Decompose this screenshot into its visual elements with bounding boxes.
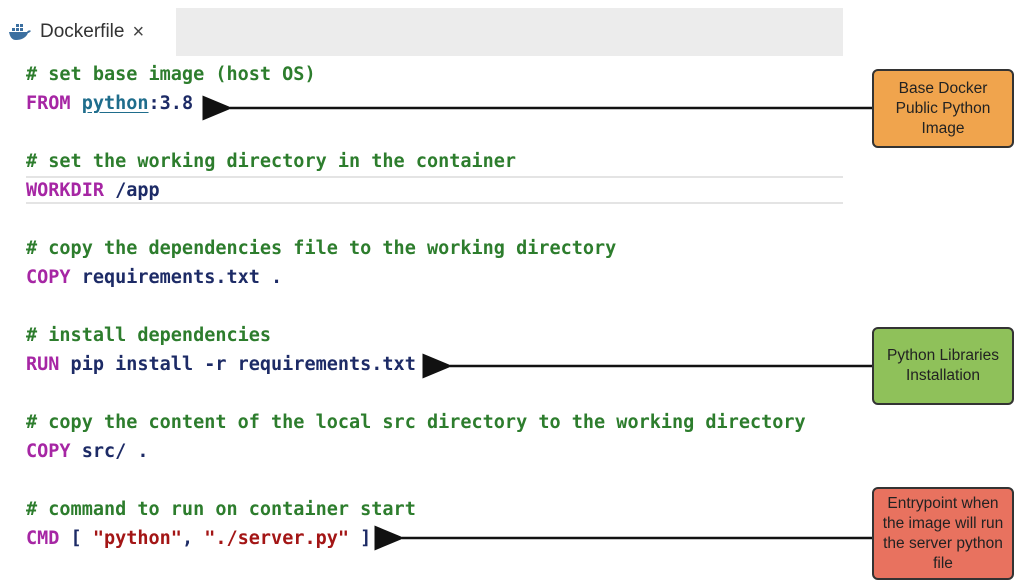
tab-dockerfile[interactable]: Dockerfile ×: [0, 8, 176, 56]
code-line-run: RUN pip install -r requirements.txt: [26, 352, 416, 378]
callout-base-image: Base Docker Public Python Image: [872, 69, 1014, 148]
cmd-bracket-close: ]: [349, 528, 372, 549]
keyword-cmd: CMD: [26, 528, 60, 549]
code-comment-install: # install dependencies: [26, 325, 272, 346]
cmd-comma: ,: [181, 528, 205, 549]
image-tag: :3.8: [148, 93, 194, 114]
workdir-path: /app: [103, 180, 160, 201]
callout-text: Base Docker: [898, 79, 988, 97]
callout-text: Public Python: [895, 99, 991, 117]
image-name-link[interactable]: python: [82, 93, 149, 114]
cmd-bracket-open: [: [59, 528, 93, 549]
cmd-string-python: "python": [92, 528, 182, 549]
callout-text: file: [933, 554, 953, 572]
code-line-workdir: WORKDIR /app: [26, 178, 160, 204]
code-comment-workdir: # set the working directory in the conta…: [26, 151, 517, 172]
callout-entrypoint: Entrypoint when the image will run the s…: [872, 487, 1014, 580]
cmd-string-server: "./server.py": [204, 528, 350, 549]
tab-label: Dockerfile: [40, 21, 125, 42]
code-comment-copy-src: # copy the content of the local src dire…: [26, 412, 806, 433]
callout-text: Image: [921, 119, 965, 137]
callout-text: Python Libraries: [886, 347, 999, 364]
keyword-copy: COPY: [26, 267, 71, 288]
docker-whale-icon: [8, 23, 32, 41]
code-line-from: FROM python:3.8: [26, 91, 193, 117]
code-line-copy-reqs: COPY requirements.txt .: [26, 265, 282, 291]
callout-text: Entrypoint when: [887, 494, 999, 512]
callout-text: Installation: [905, 367, 981, 384]
copy-args: requirements.txt .: [70, 267, 283, 288]
code-comment-cmd: # command to run on container start: [26, 499, 416, 520]
callout-text: the server python: [883, 534, 1003, 552]
keyword-copy: COPY: [26, 441, 71, 462]
code-line-copy-src: COPY src/ .: [26, 439, 149, 465]
keyword-workdir: WORKDIR: [26, 180, 104, 201]
close-icon[interactable]: ×: [132, 21, 144, 44]
tab-bar-empty-area: [176, 8, 843, 56]
keyword-run: RUN: [26, 354, 60, 375]
editor-tab-bar: Dockerfile ×: [0, 8, 843, 56]
callout-libraries: Python Libraries Installation: [872, 327, 1014, 405]
keyword-from: FROM: [26, 93, 71, 114]
callout-text: the image will run: [882, 514, 1004, 532]
code-line-cmd: CMD [ "python", "./server.py" ]: [26, 526, 371, 552]
code-comment-base-image: # set base image (host OS): [26, 64, 316, 85]
code-comment-copy-deps: # copy the dependencies file to the work…: [26, 238, 617, 259]
run-command: pip install -r requirements.txt: [59, 354, 416, 375]
copy-src-args: src/ .: [70, 441, 149, 462]
